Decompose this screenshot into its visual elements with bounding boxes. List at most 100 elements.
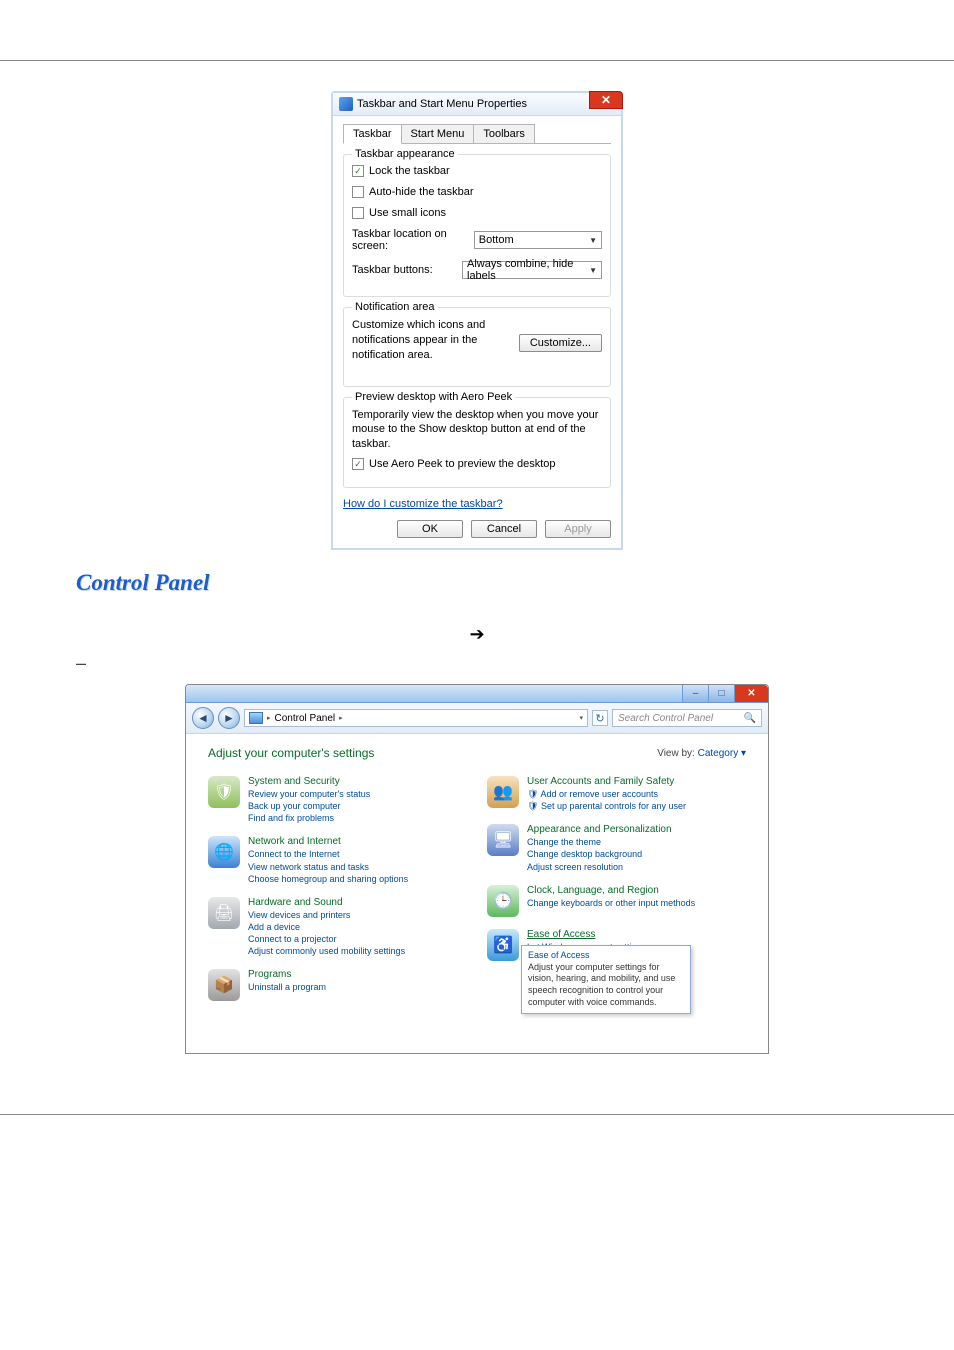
cp-item-programs[interactable]: 📦 Programs Uninstall a program bbox=[208, 969, 467, 1001]
sub-link[interactable]: Back up your computer bbox=[248, 800, 370, 812]
aero-peek-label: Use Aero Peek to preview the desktop bbox=[369, 458, 556, 470]
apply-button[interactable]: Apply bbox=[545, 520, 611, 538]
monitor-icon bbox=[249, 712, 263, 724]
sub-link[interactable]: Adjust screen resolution bbox=[527, 861, 672, 873]
uac-shield-icon: 🛡 bbox=[527, 789, 540, 799]
sub-link[interactable]: Change desktop background bbox=[527, 848, 672, 860]
close-button[interactable]: ✕ bbox=[734, 685, 768, 702]
shield-icon: 🛡 bbox=[208, 776, 240, 808]
nav-bar: ◄ ► ▸ Control Panel ▸ ▾ ↻ Search Control… bbox=[186, 703, 768, 734]
cp-item-user-accounts[interactable]: 👥 User Accounts and Family Safety 🛡 Add … bbox=[487, 776, 746, 812]
chevron-down-icon: ▾ bbox=[579, 714, 583, 722]
category-title[interactable]: Network and Internet bbox=[248, 836, 408, 847]
group-legend: Preview desktop with Aero Peek bbox=[352, 391, 515, 403]
aero-peek-group: Preview desktop with Aero Peek Temporari… bbox=[343, 397, 611, 489]
uac-shield-icon: 🛡 bbox=[527, 801, 541, 811]
breadcrumb[interactable]: ▸ Control Panel ▸ ▾ bbox=[244, 709, 588, 727]
sub-link[interactable]: View network status and tasks bbox=[248, 861, 408, 873]
lock-taskbar-checkbox[interactable] bbox=[352, 165, 364, 177]
small-icons-label: Use small icons bbox=[369, 207, 446, 219]
globe-icon: 🌐 bbox=[208, 836, 240, 868]
sub-link[interactable]: Connect to a projector bbox=[248, 933, 405, 945]
forward-button[interactable]: ► bbox=[218, 707, 240, 729]
notification-text: Customize which icons and notifications … bbox=[352, 318, 519, 363]
sub-link[interactable]: Review your computer's status bbox=[248, 788, 370, 800]
sub-link[interactable]: Uninstall a program bbox=[248, 981, 326, 993]
sub-link[interactable]: Add a device bbox=[248, 921, 405, 933]
printer-icon: 🖨 bbox=[208, 897, 240, 929]
back-button[interactable]: ◄ bbox=[192, 707, 214, 729]
sub-link[interactable]: Change the theme bbox=[527, 836, 672, 848]
chevron-right-icon: ▸ bbox=[339, 714, 343, 722]
sub-link[interactable]: Choose homegroup and sharing options bbox=[248, 873, 408, 885]
customize-button[interactable]: Customize... bbox=[519, 334, 602, 352]
clock-icon: 🕒 bbox=[487, 885, 519, 917]
autohide-checkbox[interactable] bbox=[352, 186, 364, 198]
monitor-icon: 🖥 bbox=[487, 824, 519, 856]
tab-taskbar[interactable]: Taskbar bbox=[343, 124, 402, 144]
taskbar-properties-dialog: Taskbar and Start Menu Properties ✕ Task… bbox=[331, 91, 623, 550]
cp-item-system-security[interactable]: 🛡 System and Security Review your comput… bbox=[208, 776, 467, 824]
users-icon: 👥 bbox=[487, 776, 519, 808]
dash-text: – bbox=[76, 653, 878, 674]
notification-area-group: Notification area Customize which icons … bbox=[343, 307, 611, 387]
right-column: 👥 User Accounts and Family Safety 🛡 Add … bbox=[487, 776, 746, 1013]
help-link[interactable]: How do I customize the taskbar? bbox=[343, 498, 503, 510]
ease-of-access-icon: ♿ bbox=[487, 929, 519, 961]
taskbar-buttons-label: Taskbar buttons: bbox=[352, 264, 433, 276]
window-titlebar: – □ ✕ bbox=[186, 685, 768, 703]
chevron-down-icon: ▼ bbox=[589, 236, 597, 245]
cp-item-appearance[interactable]: 🖥 Appearance and Personalization Change … bbox=[487, 824, 746, 872]
search-input[interactable]: Search Control Panel 🔍 bbox=[612, 709, 762, 727]
aero-peek-text: Temporarily view the desktop when you mo… bbox=[352, 408, 602, 453]
category-title[interactable]: Ease of Access bbox=[527, 929, 646, 940]
control-panel-window: – □ ✕ ◄ ► ▸ Control Panel ▸ ▾ ↻ Search C… bbox=[185, 684, 769, 1054]
group-legend: Notification area bbox=[352, 301, 438, 313]
window-icon bbox=[339, 97, 353, 111]
location-label: Taskbar location on screen: bbox=[352, 228, 474, 252]
close-button[interactable]: ✕ bbox=[589, 91, 623, 109]
sub-link[interactable]: 🛡 Add or remove user accounts bbox=[527, 788, 686, 800]
cp-item-ease-of-access[interactable]: ♿ Ease of Access Let Windows suggest set… bbox=[487, 929, 746, 961]
sub-link[interactable]: Adjust commonly used mobility settings bbox=[248, 945, 405, 957]
tooltip-title: Ease of Access bbox=[528, 950, 684, 960]
cp-item-network[interactable]: 🌐 Network and Internet Connect to the In… bbox=[208, 836, 467, 884]
category-title[interactable]: User Accounts and Family Safety bbox=[527, 776, 686, 787]
breadcrumb-text: Control Panel bbox=[275, 713, 336, 724]
small-icons-checkbox[interactable] bbox=[352, 207, 364, 219]
dialog-title: Taskbar and Start Menu Properties bbox=[357, 98, 527, 110]
minimize-button[interactable]: – bbox=[682, 685, 708, 702]
cp-item-clock[interactable]: 🕒 Clock, Language, and Region Change key… bbox=[487, 885, 746, 917]
category-title[interactable]: Clock, Language, and Region bbox=[527, 885, 695, 896]
cp-item-hardware[interactable]: 🖨 Hardware and Sound View devices and pr… bbox=[208, 897, 467, 958]
dialog-titlebar: Taskbar and Start Menu Properties ✕ bbox=[333, 93, 621, 116]
location-select[interactable]: Bottom▼ bbox=[474, 231, 602, 249]
lock-taskbar-label: Lock the taskbar bbox=[369, 165, 450, 177]
section-title: Control Panel bbox=[76, 570, 878, 596]
chevron-down-icon: ▼ bbox=[589, 266, 597, 275]
refresh-button[interactable]: ↻ bbox=[592, 710, 608, 726]
caption-line bbox=[76, 602, 878, 618]
view-by-link[interactable]: Category ▾ bbox=[698, 748, 746, 759]
maximize-button[interactable]: □ bbox=[708, 685, 734, 702]
sub-link[interactable]: 🛡 Set up parental controls for any user bbox=[527, 800, 686, 812]
cancel-button[interactable]: Cancel bbox=[471, 520, 537, 538]
taskbar-appearance-group: Taskbar appearance Lock the taskbar Auto… bbox=[343, 154, 611, 297]
sub-link[interactable]: Change keyboards or other input methods bbox=[527, 897, 695, 909]
tooltip-body: Adjust your computer settings for vision… bbox=[528, 962, 684, 1009]
category-title[interactable]: System and Security bbox=[248, 776, 370, 787]
tab-toolbars[interactable]: Toolbars bbox=[473, 124, 535, 143]
aero-peek-checkbox[interactable] bbox=[352, 458, 364, 470]
ok-button[interactable]: OK bbox=[397, 520, 463, 538]
tab-strip: Taskbar Start Menu Toolbars bbox=[343, 124, 611, 144]
sub-link[interactable]: Connect to the Internet bbox=[248, 848, 408, 860]
category-title[interactable]: Appearance and Personalization bbox=[527, 824, 672, 835]
category-title[interactable]: Hardware and Sound bbox=[248, 897, 405, 908]
view-by: View by: Category ▾ bbox=[657, 748, 746, 759]
sub-link[interactable]: View devices and printers bbox=[248, 909, 405, 921]
box-icon: 📦 bbox=[208, 969, 240, 1001]
taskbar-buttons-select[interactable]: Always combine, hide labels▼ bbox=[462, 261, 602, 279]
tab-start-menu[interactable]: Start Menu bbox=[401, 124, 475, 143]
sub-link[interactable]: Find and fix problems bbox=[248, 812, 370, 824]
category-title[interactable]: Programs bbox=[248, 969, 326, 980]
